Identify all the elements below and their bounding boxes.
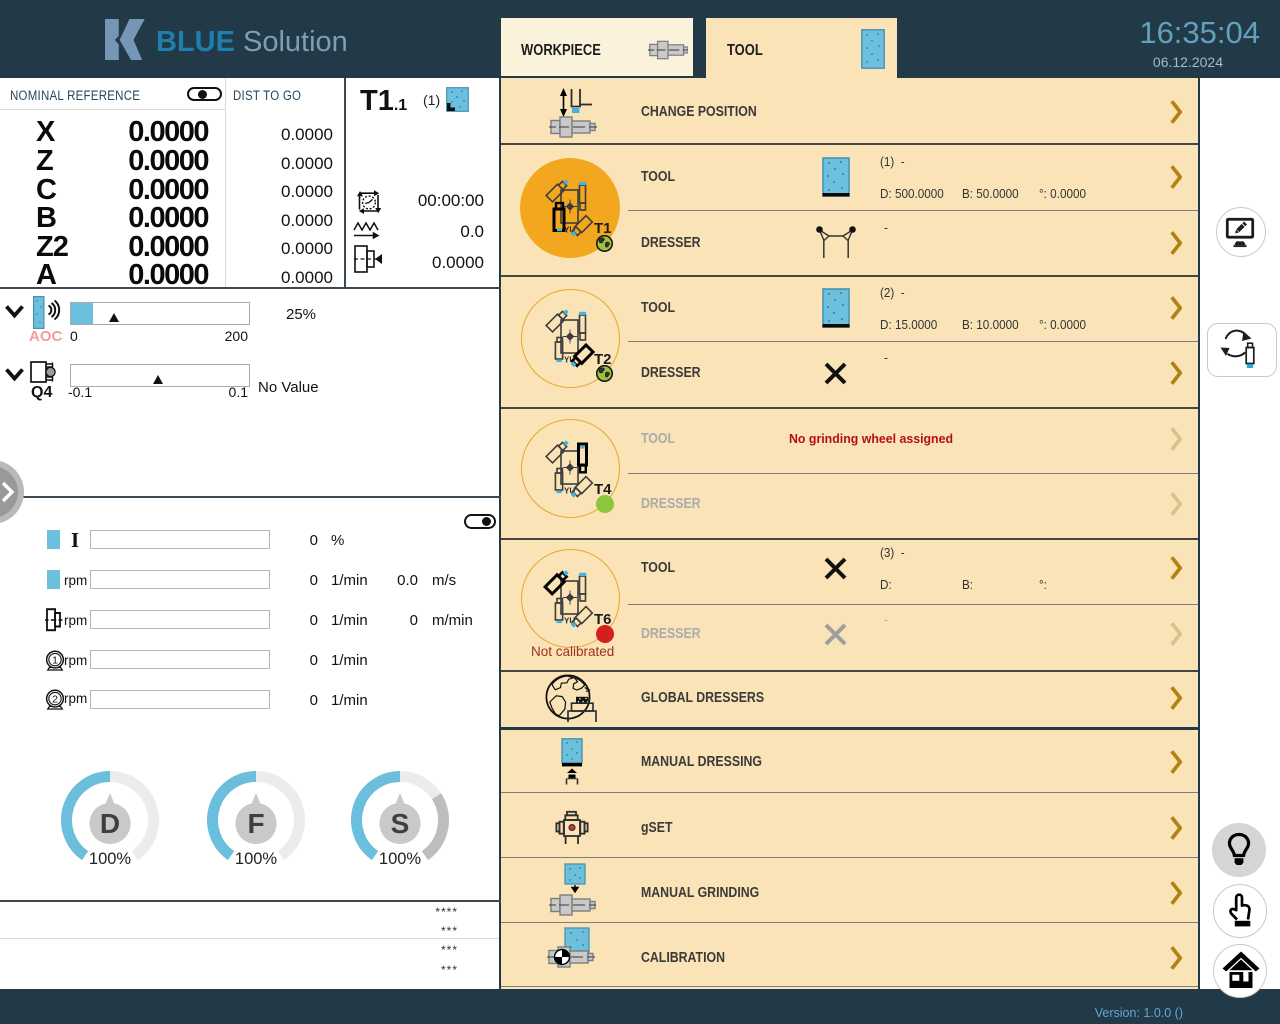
svg-text:S: S bbox=[391, 808, 410, 839]
svg-text:2: 2 bbox=[52, 694, 58, 705]
svg-text:1: 1 bbox=[52, 655, 58, 666]
svg-text:D: D bbox=[100, 808, 120, 839]
svg-text:F: F bbox=[247, 808, 264, 839]
